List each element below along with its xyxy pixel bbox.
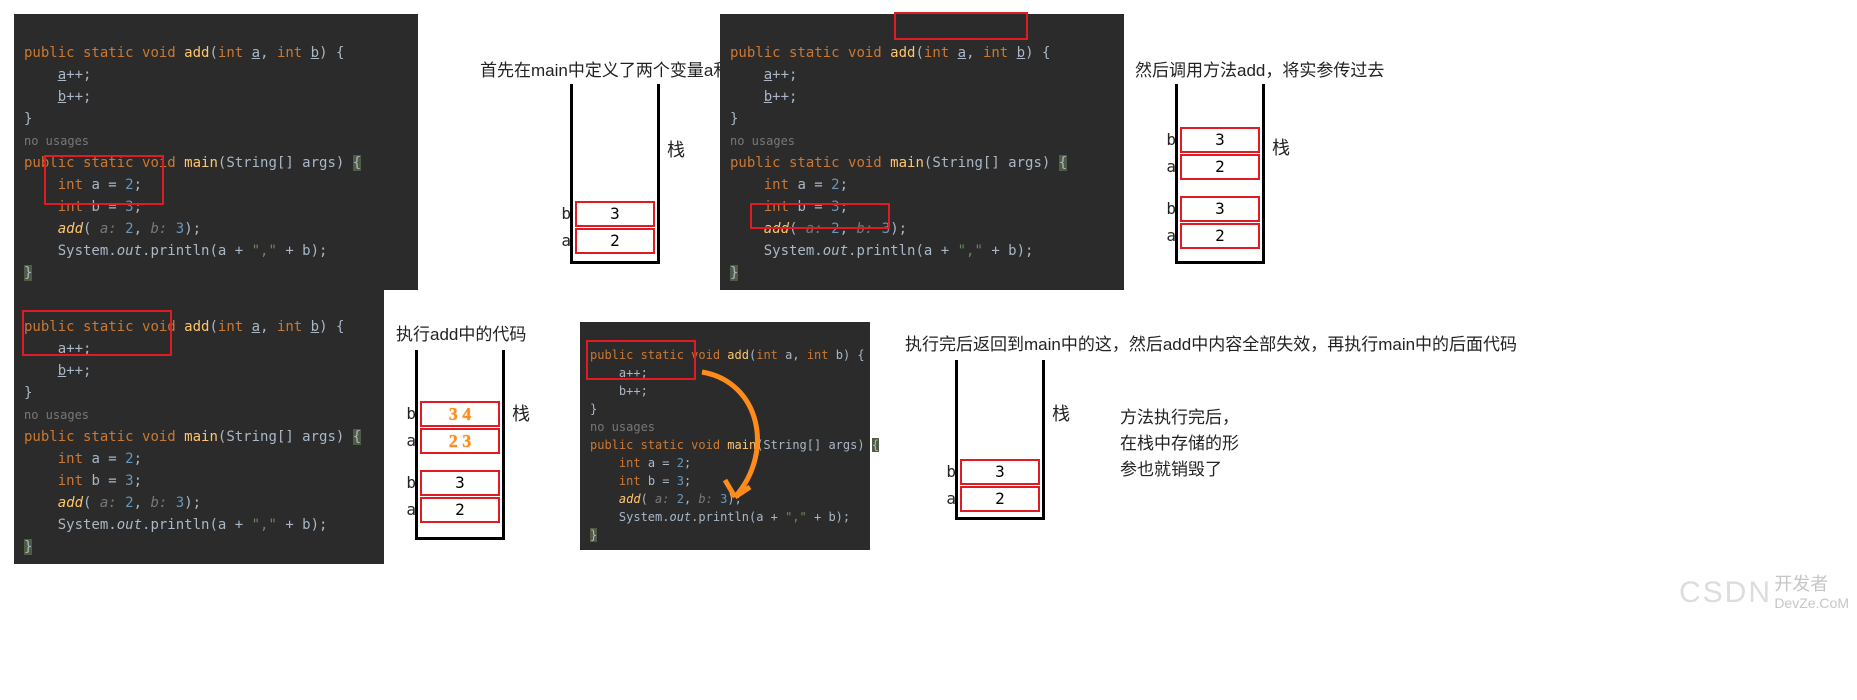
caption-4: 执行完后返回到main中的这，然后add中内容全部失效，再执行main中的后面代…: [905, 330, 1565, 355]
code-block-1: public static void add(int a, int b) { a…: [14, 14, 418, 290]
watermark-csdn: CSDN: [1679, 576, 1772, 610]
caption-1: 首先在main中定义了两个变量a和b: [480, 56, 740, 81]
stack-1: 栈 b3 a2: [570, 84, 660, 264]
caption-5: 方法执行完后，在栈中存储的形参也就销毁了: [1120, 405, 1250, 483]
stack-2: 栈 b3 a2 b3 a2: [1175, 84, 1265, 264]
caption-2: 然后调用方法add，将实参传过去: [1135, 56, 1384, 81]
code-block-3: public static void add(int a, int b) { a…: [14, 288, 384, 564]
watermark-devze: 开发者 DevZe.CoM: [1774, 575, 1849, 612]
stack-3: 栈 b 3 4 a 2 3 b3 a2: [415, 350, 505, 540]
code-block-4: public static void add(int a, int b) { a…: [580, 322, 870, 550]
code-block-2: public static void add(int a, int b) { a…: [720, 14, 1124, 290]
caption-3: 执行add中的代码: [396, 320, 526, 345]
stack-4: 栈 b3 a2: [955, 360, 1045, 520]
